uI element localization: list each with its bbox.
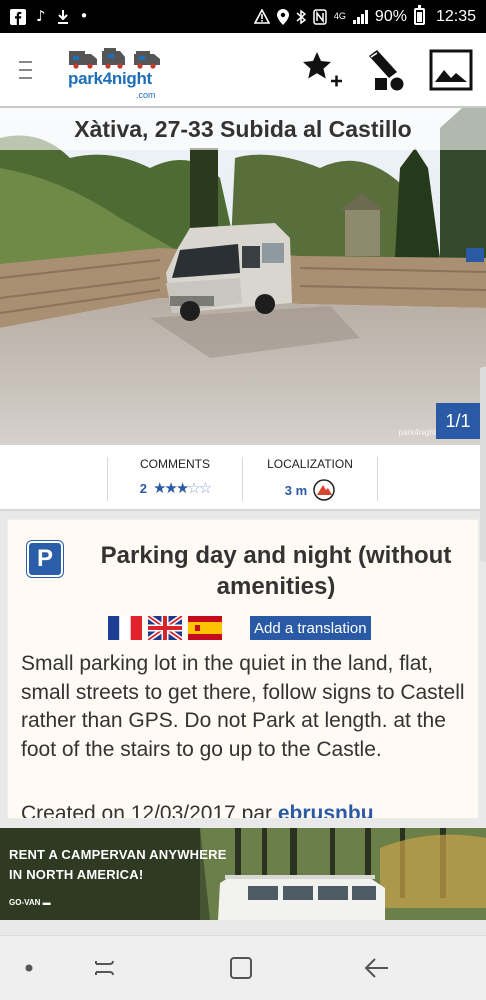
battery-percent: 90% (374, 7, 407, 25)
comments-count: 2 (139, 480, 147, 496)
system-icons: 4G 90% 12:35 (253, 5, 476, 26)
comments-value: 2 ★★★☆☆ (108, 479, 242, 497)
comments-label: COMMENTS (140, 457, 210, 471)
localization-cell[interactable]: LOCALIZATION 3 m (242, 457, 378, 501)
back-arrow-icon (364, 958, 388, 978)
add-photo-button[interactable] (428, 47, 474, 93)
signal-icon (352, 9, 368, 24)
download-icon (57, 9, 68, 24)
created-text: Created on 12/03/2017 par (21, 802, 273, 819)
place-title-bar: Xàtiva, 27-33 Subida al Castillo (0, 108, 486, 150)
scroll-handle[interactable] (480, 367, 486, 562)
home-button[interactable] (226, 953, 256, 983)
more-notifications-icon: • (79, 7, 89, 25)
place-type-title: Parking day and night (without amenities… (100, 542, 452, 600)
star-plus-icon (303, 51, 342, 86)
spain-flag-icon[interactable] (188, 616, 222, 640)
place-description: Small parking lot in the quiet in the la… (21, 652, 465, 761)
localization-label: LOCALIZATION (267, 457, 353, 471)
ad-brand: GO-VAN ▬ (9, 898, 51, 907)
park4night-logo[interactable]: park4night .com (66, 45, 166, 100)
ad-brand-text: GO-VAN (9, 898, 41, 907)
photo-watermark: park4night (398, 428, 436, 437)
navigate-button[interactable] (364, 47, 410, 93)
van-icon: ▬ (42, 898, 51, 907)
recent-apps-button[interactable] (90, 953, 120, 983)
parking-photo-image (0, 108, 486, 445)
info-strip: COMMENTS 2 ★★★☆☆ LOCALIZATION 3 m (0, 445, 486, 511)
back-button[interactable] (362, 953, 392, 983)
author-link[interactable]: ebrusnbu (278, 802, 374, 818)
altitude-icon (313, 479, 335, 501)
localization-value: 3 m (243, 479, 377, 501)
uk-flag-icon[interactable] (148, 616, 182, 640)
warning-icon (253, 9, 270, 24)
localization-distance: 3 m (284, 482, 308, 498)
facebook-icon (10, 8, 26, 25)
app-header: park4night .com (0, 33, 486, 108)
vehicle-tools-icon (369, 49, 404, 90)
campervans-logo-icon (69, 47, 160, 69)
system-nav-bar (0, 935, 486, 1000)
created-info: Created on 12/03/2017 par ebrusnbu (21, 802, 374, 819)
hamburger-icon (18, 60, 32, 79)
logo-text: park4night (68, 68, 152, 88)
ad-banner[interactable]: RENT A CAMPERVAN ANYWHERE IN NORTH AMERI… (0, 828, 486, 920)
place-photo[interactable]: Xàtiva, 27-33 Subida al Castillo park4ni… (0, 108, 486, 445)
place-title: Xàtiva, 27-33 Subida al Castillo (74, 115, 412, 142)
app-screen: ♪ • 4G 90% 12:35 park4night .com Xàtiva,… (0, 0, 486, 1000)
bluetooth-icon (296, 9, 306, 24)
comments-cell[interactable]: COMMENTS 2 ★★★☆☆ (107, 457, 242, 501)
dot-icon (25, 964, 33, 972)
photo-counter[interactable]: 1/1 (436, 403, 480, 439)
recent-apps-icon (95, 960, 114, 976)
header-actions (300, 47, 486, 93)
location-icon (276, 8, 289, 25)
nav-dot-button[interactable] (14, 953, 44, 983)
rating-stars: ★★★☆☆ (152, 479, 212, 497)
clock: 12:35 (435, 7, 476, 25)
network-type: 4G (333, 11, 346, 21)
france-flag-icon[interactable] (108, 616, 142, 640)
ad-headline-line2: IN NORTH AMERICA! (9, 867, 144, 882)
notification-icons: ♪ • (10, 7, 89, 25)
tiktok-icon: ♪ (36, 7, 46, 25)
details-card: P Parking day and night (without ameniti… (7, 519, 479, 819)
parking-type-icon: P (27, 541, 63, 577)
nfc-icon (313, 8, 327, 25)
logo-suffix: .com (136, 89, 156, 100)
battery-icon (413, 5, 425, 25)
status-bar: ♪ • 4G 90% 12:35 (0, 0, 486, 33)
language-row: Add a translation (108, 616, 371, 640)
add-translation-button[interactable]: Add a translation (250, 616, 371, 640)
image-icon (429, 49, 473, 90)
menu-button[interactable] (0, 32, 50, 107)
ad-headline-line1: RENT A CAMPERVAN ANYWHERE (9, 847, 227, 862)
add-favorite-button[interactable] (300, 47, 346, 93)
ad-headline: RENT A CAMPERVAN ANYWHERE IN NORTH AMERI… (9, 845, 227, 885)
home-square-icon (230, 957, 252, 979)
